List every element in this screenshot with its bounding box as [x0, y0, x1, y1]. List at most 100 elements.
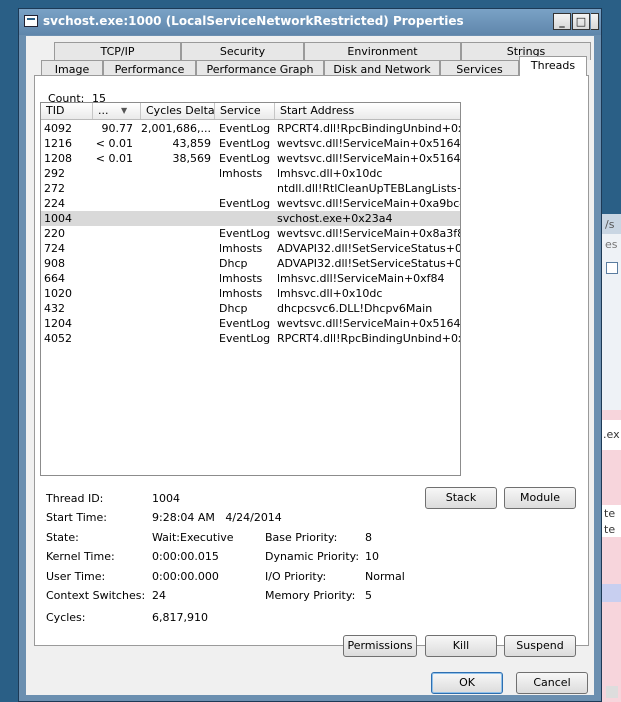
dynamic-priority-label: Dynamic Priority: [265, 550, 360, 563]
tab-security[interactable]: Security [181, 42, 304, 60]
cell-service: lmhosts [219, 272, 263, 285]
cell-tid: 4052 [44, 332, 72, 345]
cell-service: lmhosts [219, 287, 263, 300]
cell-service: EventLog [219, 317, 271, 330]
column-header-service[interactable]: Service [215, 103, 275, 119]
cell-start-address: lmhsvc.dll!ServiceMain+0xf84 [277, 272, 445, 285]
cell-start-address: wevtsvc.dll!ServiceMain+0x51640 [277, 317, 461, 330]
cell-tid: 724 [44, 242, 65, 255]
ok-button[interactable]: OK [431, 672, 503, 694]
background-checkbox [606, 262, 618, 274]
table-row[interactable]: 4052 EventLog RPCRT4.dll!RpcBindingUnbind+… [41, 331, 460, 346]
cell-tid: 664 [44, 272, 65, 285]
cell-start-address: RPCRT4.dll!RpcBindingUnbind+0x4f0 [277, 332, 460, 345]
sort-down-icon: ▼ [121, 106, 128, 115]
background-resize-grip [606, 686, 618, 698]
table-row[interactable]: 1204 EventLog wevtsvc.dll!ServiceMain+0x51… [41, 316, 460, 331]
table-row[interactable]: 220 EventLog wevtsvc.dll!ServiceMain+0x8a3… [41, 226, 460, 241]
table-row[interactable]: 292 lmhosts lmhsvc.dll+0x10dc [41, 166, 460, 181]
cell-cpu: < 0.01 [95, 137, 133, 150]
kernel-time-value: 0:00:00.015 [152, 550, 219, 563]
io-priority-label: I/O Priority: [265, 570, 327, 583]
table-row[interactable]: 664 lmhosts lmhsvc.dll!ServiceMain+0xf84 [41, 271, 460, 286]
cell-tid: 1216 [44, 137, 72, 150]
list-header: TID ... ▼ Cycles Delta Service Start Addr… [41, 103, 460, 120]
base-priority-value: 8 [365, 531, 372, 544]
cell-cycles-delta: 43,859 [172, 137, 212, 150]
cell-tid: 220 [44, 227, 65, 240]
table-row[interactable]: 1216 < 0.01 43,859 EventLog wevtsvc.dll!Serv… [41, 136, 460, 151]
table-row[interactable]: 724 lmhosts ADVAPI32.dll!SetServiceStatus+… [41, 241, 460, 256]
table-row[interactable]: 4092 90.77 2,001,686,... EventLog RPCRT4.dll… [41, 121, 460, 136]
cell-tid: 4092 [44, 122, 72, 135]
table-row[interactable]: 1004 svchost.exe+0x23a4 [41, 211, 460, 226]
cycles-value: 6,817,910 [152, 611, 208, 624]
context-switches-value: 24 [152, 589, 166, 602]
thread-id-label: Thread ID: [46, 492, 104, 505]
table-row[interactable]: 272 ntdll.dll!RtlCleanUpTEBLangLists+0x31… [41, 181, 460, 196]
cell-start-address: lmhsvc.dll+0x10dc [277, 167, 383, 180]
cell-tid: 1020 [44, 287, 72, 300]
cancel-button[interactable]: Cancel [516, 672, 588, 694]
background-text: es [605, 238, 618, 251]
state-label: State: [46, 531, 79, 544]
column-header-tid[interactable]: TID [41, 103, 93, 119]
threads-list[interactable]: TID ... ▼ Cycles Delta Service Start Addr… [40, 102, 461, 476]
table-row[interactable]: 432 Dhcp dhcpcsvc6.DLL!Dhcpv6Main [41, 301, 460, 316]
user-time-label: User Time: [46, 570, 106, 583]
cell-tid: 1204 [44, 317, 72, 330]
column-header-cpu[interactable]: ... ▼ [93, 103, 141, 119]
maximize-icon[interactable]: □ [572, 13, 590, 30]
tab-threads[interactable]: Threads [519, 56, 587, 76]
close-icon[interactable] [591, 13, 599, 30]
cell-cycles-delta: 38,569 [172, 152, 212, 165]
stack-button[interactable]: Stack [425, 487, 497, 509]
minimize-icon[interactable]: _ [553, 13, 571, 30]
cell-tid: 1208 [44, 152, 72, 165]
cell-service: EventLog [219, 332, 271, 345]
cell-tid: 908 [44, 257, 65, 270]
cell-service: lmhosts [219, 242, 263, 255]
background-text: te [604, 523, 616, 536]
cell-start-address: wevtsvc.dll!ServiceMain+0x8a3f8 [277, 227, 461, 240]
tab-tcpip[interactable]: TCP/IP [54, 42, 181, 60]
thread-id-value: 1004 [152, 492, 180, 505]
suspend-button[interactable]: Suspend [504, 635, 576, 657]
properties-window: svchost.exe:1000 (LocalServiceNetworkRes… [18, 8, 602, 702]
memory-priority-value: 5 [365, 589, 372, 602]
background-pink-region [602, 410, 621, 702]
table-row[interactable]: 908 Dhcp ADVAPI32.dll!SetServiceStatus+0x6… [41, 256, 460, 271]
dynamic-priority-value: 10 [365, 550, 379, 563]
kill-button[interactable]: Kill [425, 635, 497, 657]
start-time-value: 9:28:04 AM 4/24/2014 [152, 511, 282, 524]
cell-start-address: RPCRT4.dll!RpcBindingUnbind+0x4f0 [277, 122, 460, 135]
background-blue-band [602, 584, 621, 602]
column-header-start-address[interactable]: Start Address [275, 103, 460, 119]
cell-tid: 272 [44, 182, 65, 195]
cycles-label: Cycles: [46, 611, 86, 624]
column-header-cycles-delta[interactable]: Cycles Delta [141, 103, 215, 119]
tab-environment[interactable]: Environment [304, 42, 461, 60]
table-row[interactable]: 224 EventLog wevtsvc.dll!ServiceMain+0xa9b… [41, 196, 460, 211]
user-time-value: 0:00:00.000 [152, 570, 219, 583]
cell-cycles-delta: 2,001,686,... [141, 122, 211, 135]
table-row[interactable]: 1208 < 0.01 38,569 EventLog wevtsvc.dll!Serv… [41, 151, 460, 166]
cell-tid: 432 [44, 302, 65, 315]
cell-service: EventLog [219, 152, 271, 165]
memory-priority-label: Memory Priority: [265, 589, 356, 602]
kernel-time-label: Kernel Time: [46, 550, 115, 563]
cell-tid: 224 [44, 197, 65, 210]
io-priority-value: Normal [365, 570, 405, 583]
module-button[interactable]: Module [504, 487, 576, 509]
cell-cpu: < 0.01 [95, 152, 133, 165]
table-row[interactable]: 1020 lmhosts lmhsvc.dll+0x10dc [41, 286, 460, 301]
cell-start-address: ADVAPI32.dll!SetServiceStatus+0x604 [277, 257, 460, 270]
cell-start-address: wevtsvc.dll!ServiceMain+0x51640 [277, 137, 461, 150]
permissions-button[interactable]: Permissions [343, 635, 417, 657]
cell-start-address: wevtsvc.dll!ServiceMain+0x51640 [277, 152, 461, 165]
cell-start-address: wevtsvc.dll!ServiceMain+0xa9bc4 [277, 197, 461, 210]
cell-service: Dhcp [219, 302, 248, 315]
title-bar[interactable]: svchost.exe:1000 (LocalServiceNetworkRes… [19, 9, 601, 35]
cell-start-address: ntdll.dll!RtlCleanUpTEBLangLists+0x310 [277, 182, 460, 195]
cell-service: lmhosts [219, 167, 263, 180]
